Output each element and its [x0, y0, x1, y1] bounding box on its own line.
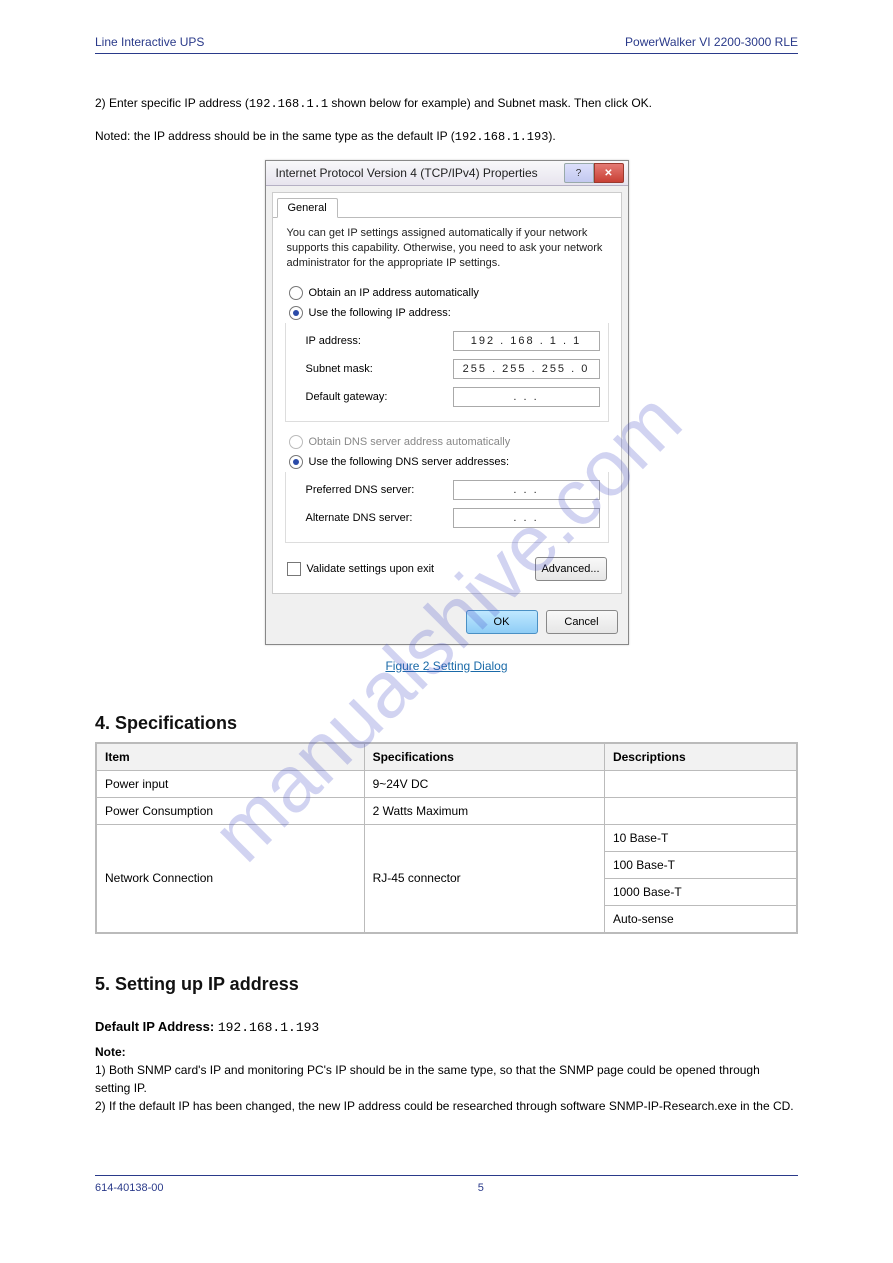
section-5-heading: 5. Setting up IP address [95, 974, 798, 995]
cell-spec: 9~24V DC [364, 770, 604, 797]
titlebar-buttons: ? ✕ [564, 163, 624, 183]
dns-fields-group: Preferred DNS server: . . . Alternate DN… [285, 472, 609, 543]
figure-caption[interactable]: Figure 2 Setting Dialog [95, 659, 798, 673]
header-rule [95, 53, 798, 54]
cell-desc: 10 Base-T [604, 824, 797, 851]
cell-spec: RJ-45 connector [364, 824, 604, 933]
subnet-row: Subnet mask: 255 . 255 . 255 . 0 [306, 355, 600, 383]
alt-dns-row: Alternate DNS server: . . . [306, 504, 600, 532]
dialog-body: General You can get IP settings assigned… [272, 192, 622, 594]
gateway-label: Default gateway: [306, 391, 388, 403]
radio-obtain-ip-label: Obtain an IP address automatically [309, 287, 479, 299]
cell-desc [604, 797, 797, 824]
table-header-row: Item Specifications Descriptions [96, 743, 797, 771]
th-desc: Descriptions [604, 743, 797, 771]
radio-use-dns[interactable]: Use the following DNS server addresses: [285, 452, 609, 472]
radio-icon-disabled [289, 435, 303, 449]
page-header: Line Interactive UPS PowerWalker VI 2200… [95, 35, 798, 49]
ip-section: Obtain an IP address automatically Use t… [285, 283, 609, 422]
radio-icon-selected-dns [289, 455, 303, 469]
pref-dns-input[interactable]: . . . [453, 480, 600, 500]
intro-para-1: 2) Enter specific IP address (192.168.1.… [95, 94, 798, 113]
gateway-input[interactable]: . . . [453, 387, 600, 407]
dialog-bottom-row: Validate settings upon exit Advanced... [285, 553, 609, 581]
radio-obtain-dns: Obtain DNS server address automatically [285, 432, 609, 452]
subnet-input[interactable]: 255 . 255 . 255 . 0 [453, 359, 600, 379]
cancel-button[interactable]: Cancel [546, 610, 618, 634]
dns-section: Obtain DNS server address automatically … [285, 432, 609, 543]
tab-strip: General [273, 193, 621, 218]
note-block: Note: 1) Both SNMP card's IP and monitor… [95, 1043, 798, 1115]
gateway-row: Default gateway: . . . [306, 383, 600, 411]
note-text-1: 1) Both SNMP card's IP and monitoring PC… [95, 1063, 760, 1095]
default-ip-value: 192.168.1.193 [218, 1020, 319, 1035]
dialog-title: Internet Protocol Version 4 (TCP/IPv4) P… [276, 166, 538, 180]
p2-suffix: ). [548, 129, 555, 143]
note-text-2: 2) If the default IP has been changed, t… [95, 1099, 794, 1113]
pref-dns-row: Preferred DNS server: . . . [306, 476, 600, 504]
default-ip-label: Default IP Address: [95, 1019, 218, 1034]
cell-item: Power input [96, 770, 364, 797]
tab-general[interactable]: General [277, 198, 338, 218]
radio-icon-selected [289, 306, 303, 320]
default-ip-row: Default IP Address: 192.168.1.193 [95, 1019, 798, 1035]
cell-spec: 2 Watts Maximum [364, 797, 604, 824]
ip-address-row: IP address: 192 . 168 . 1 . 1 [306, 327, 600, 355]
footer-rule [95, 1175, 798, 1176]
p1-ip: 192.168.1.1 [249, 97, 328, 111]
radio-dot-icon [293, 459, 299, 465]
p1-prefix: 2) Enter specific IP address ( [95, 96, 249, 110]
ip-address-input[interactable]: 192 . 168 . 1 . 1 [453, 331, 600, 351]
help-button[interactable]: ? [564, 163, 594, 183]
header-right: PowerWalker VI 2200-3000 RLE [625, 35, 798, 49]
radio-obtain-dns-label: Obtain DNS server address automatically [309, 436, 511, 448]
ip-fields-group: IP address: 192 . 168 . 1 . 1 Subnet mas… [285, 323, 609, 422]
p2-ip: 192.168.1.193 [455, 130, 549, 144]
advanced-button[interactable]: Advanced... [535, 557, 607, 581]
cell-desc: Auto-sense [604, 905, 797, 933]
page: Line Interactive UPS PowerWalker VI 2200… [0, 0, 893, 1254]
spec-table: Item Specifications Descriptions Power i… [95, 742, 798, 934]
cell-item: Network Connection [96, 824, 364, 933]
footer-left: 614-40138-00 [95, 1182, 164, 1194]
dialog-info-text: You can get IP settings assigned automat… [287, 226, 607, 271]
footer-page-number: 5 [478, 1182, 484, 1194]
cell-desc [604, 770, 797, 797]
header-left: Line Interactive UPS [95, 35, 204, 49]
page-footer: 614-40138-00 5 [95, 1175, 798, 1194]
radio-use-ip[interactable]: Use the following IP address: [285, 303, 609, 323]
dialog-footer: OK Cancel [266, 600, 628, 644]
radio-dot-icon [293, 310, 299, 316]
radio-obtain-ip[interactable]: Obtain an IP address automatically [285, 283, 609, 303]
table-row: Network Connection RJ-45 connector 10 Ba… [96, 824, 797, 851]
checkbox-icon [287, 562, 301, 576]
intro-para-2: Noted: the IP address should be in the s… [95, 127, 798, 146]
th-item: Item [96, 743, 364, 771]
cell-desc: 1000 Base-T [604, 878, 797, 905]
radio-use-ip-label: Use the following IP address: [309, 307, 451, 319]
ok-button[interactable]: OK [466, 610, 538, 634]
p1-suffix: shown below for example) and Subnet mask… [328, 96, 652, 110]
radio-use-dns-label: Use the following DNS server addresses: [309, 456, 510, 468]
subnet-label: Subnet mask: [306, 363, 373, 375]
radio-icon [289, 286, 303, 300]
section-4-heading: 4. Specifications [95, 713, 798, 734]
pref-dns-label: Preferred DNS server: [306, 484, 415, 496]
th-spec: Specifications [364, 743, 604, 771]
tcpip-dialog: Internet Protocol Version 4 (TCP/IPv4) P… [265, 160, 629, 645]
cell-desc: 100 Base-T [604, 851, 797, 878]
alt-dns-label: Alternate DNS server: [306, 512, 413, 524]
note-heading: Note: [95, 1045, 126, 1059]
table-row: Power input 9~24V DC [96, 770, 797, 797]
validate-checkbox[interactable]: Validate settings upon exit [287, 562, 435, 576]
p2-prefix: Noted: the IP address should be in the s… [95, 129, 455, 143]
ip-address-label: IP address: [306, 335, 361, 347]
cell-item: Power Consumption [96, 797, 364, 824]
alt-dns-input[interactable]: . . . [453, 508, 600, 528]
dialog-container: Internet Protocol Version 4 (TCP/IPv4) P… [95, 160, 798, 645]
close-button[interactable]: ✕ [594, 163, 624, 183]
dialog-titlebar: Internet Protocol Version 4 (TCP/IPv4) P… [266, 161, 628, 186]
validate-label: Validate settings upon exit [307, 563, 435, 575]
table-row: Power Consumption 2 Watts Maximum [96, 797, 797, 824]
